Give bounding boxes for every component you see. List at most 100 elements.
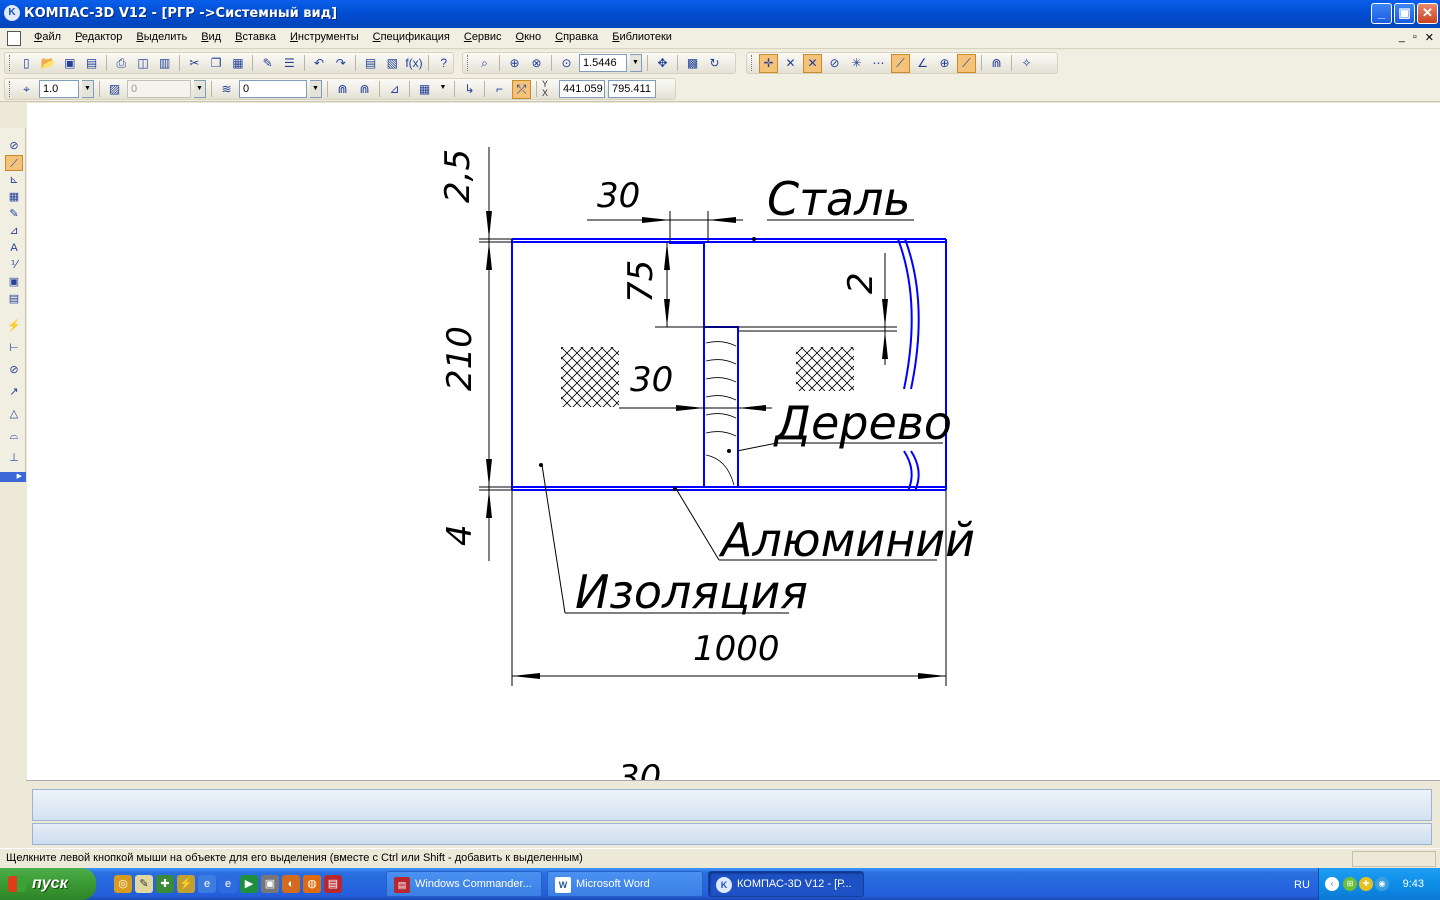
close-icon[interactable]: ✕ [1417, 3, 1438, 24]
cut-icon[interactable]: ✂ [185, 54, 204, 73]
task-kompas[interactable]: K КОМПАС-3D V12 - [Р... [708, 871, 864, 897]
paste-icon[interactable]: ▦ [229, 54, 248, 73]
ortho-mode-icon[interactable]: ⌐ [490, 80, 509, 99]
coord-y-field[interactable]: 795.411 [608, 80, 656, 98]
drawing-canvas[interactable]: 2,5 30 Сталь 75 2 210 30 Дерево 4 Алюмин… [27, 103, 1440, 780]
snap-angle-icon[interactable]: ∠ [913, 54, 932, 73]
doc-restore-icon[interactable]: ▫ [1413, 31, 1417, 44]
tray-network-icon[interactable]: ⊞ [1343, 877, 1357, 891]
menu-insert[interactable]: Вставка [235, 31, 276, 43]
redo-icon[interactable]: ↷ [331, 54, 350, 73]
snap-extra-icon[interactable]: ✧ [1017, 54, 1036, 73]
task-windows-commander[interactable]: ▤ Windows Commander... [386, 871, 542, 897]
zoom-all-icon[interactable]: ⊗ [527, 54, 546, 73]
undo-icon[interactable]: ↶ [310, 54, 329, 73]
menu-specification[interactable]: Спецификация [373, 31, 450, 43]
quick-launch-kmp-icon[interactable]: ▣ [261, 875, 279, 893]
properties-icon[interactable]: ☰ [280, 54, 299, 73]
leader-icon[interactable]: ⊥ [5, 450, 23, 466]
quick-launch-winamp-icon[interactable]: ⚡ [177, 875, 195, 893]
step-field[interactable]: 1.0 [39, 80, 79, 98]
copy-icon[interactable]: ❐ [207, 54, 226, 73]
document-manager-icon[interactable]: ▤ [82, 54, 101, 73]
quick-launch-notepad-icon[interactable]: ✎ [135, 875, 153, 893]
menu-window[interactable]: Окно [516, 31, 542, 43]
pan-icon[interactable]: ✥ [653, 54, 672, 73]
cursor-step-icon[interactable]: ⌖ [17, 80, 36, 99]
style-magnet-icon[interactable]: ⋒ [333, 80, 352, 99]
snap-middle-icon[interactable]: ⟋ [891, 53, 910, 73]
dimensions-icon[interactable]: ⊾ [5, 172, 23, 188]
refresh-icon[interactable]: ↻ [705, 54, 724, 73]
radial-dim-icon[interactable]: ↗ [5, 384, 23, 400]
kompas-logo-icon[interactable]: K [4, 5, 20, 21]
hatch-icon[interactable]: ▦ [5, 189, 23, 205]
parametrization-icon[interactable]: ⊿ [5, 223, 23, 239]
snap-center-icon[interactable]: ⊕ [935, 54, 954, 73]
quick-launch-browser-icon[interactable]: e [198, 875, 216, 893]
layer-icon[interactable]: ≋ [217, 80, 236, 99]
grid-icon[interactable]: ▦ [415, 80, 434, 99]
layer-field[interactable]: 0 [239, 80, 307, 98]
quick-launch-app-icon[interactable]: ◎ [114, 875, 132, 893]
snap-intersection-icon[interactable]: ✕ [803, 53, 822, 73]
parametric-mode-icon[interactable]: ⤱ [512, 79, 531, 99]
manager-icon[interactable]: ▤ [361, 54, 380, 73]
linear-dim-icon[interactable]: ⊢ [5, 340, 23, 356]
zoom-field[interactable]: 1.5446 [579, 54, 627, 72]
print-preview-icon[interactable]: ◫ [134, 54, 153, 73]
quick-launch-ie-icon[interactable]: e [219, 875, 237, 893]
snap-point-icon[interactable]: ✕ [781, 54, 800, 73]
snap-tangent-icon[interactable]: ⊘ [825, 54, 844, 73]
format-brush-icon[interactable]: ✎ [258, 54, 277, 73]
geometry-icon[interactable]: ⊘ [5, 138, 23, 154]
save-icon[interactable]: ▣ [60, 54, 79, 73]
menu-help[interactable]: Справка [555, 31, 598, 43]
menu-service[interactable]: Сервис [464, 31, 502, 43]
menu-select[interactable]: Выделить [136, 31, 187, 43]
menu-file[interactable]: Файл [34, 31, 61, 43]
snap-grid-icon[interactable]: ⋯ [869, 54, 888, 73]
quick-launch-player-icon[interactable]: ◐ [282, 875, 300, 893]
zoom-window-icon[interactable]: ⌕ [475, 54, 494, 73]
clock[interactable]: 9:43 [1403, 878, 1424, 890]
view-icon[interactable]: ▨ [105, 80, 124, 99]
menu-libraries[interactable]: Библиотеки [612, 31, 672, 43]
grid-dropdown-icon[interactable]: ▼ [437, 80, 449, 98]
start-button[interactable]: пуск [0, 868, 96, 900]
select-icon[interactable]: ▣ [5, 274, 23, 290]
help-pointer-icon[interactable]: ? [434, 54, 453, 73]
step-dropdown-icon[interactable]: ▼ [82, 80, 94, 98]
doc-close-icon[interactable]: ✕ [1425, 31, 1434, 44]
local-snap-icon[interactable]: ⋒ [355, 80, 374, 99]
menu-tools[interactable]: Инструменты [290, 31, 359, 43]
spec-icon[interactable]: ▤ [5, 291, 23, 307]
tray-expand-icon[interactable]: ‹ [1325, 877, 1339, 891]
tray-sync-icon[interactable]: ◉ [1375, 877, 1389, 891]
task-microsoft-word[interactable]: W Microsoft Word [547, 871, 703, 897]
zoom-scale-icon[interactable]: ⊙ [557, 54, 576, 73]
zoom-in-icon[interactable]: ⊕ [505, 54, 524, 73]
quick-launch-tool-icon[interactable]: ✚ [156, 875, 174, 893]
print-icon[interactable]: ⎙ [112, 54, 131, 73]
maximize-icon[interactable]: ▣ [1394, 3, 1415, 24]
magnet-icon[interactable]: ⋒ [987, 54, 1006, 73]
print-setup-icon[interactable]: ▥ [155, 54, 174, 73]
function-icon[interactable]: f(x) [405, 54, 424, 73]
quick-launch-media-icon[interactable]: ▶ [240, 875, 258, 893]
minimize-icon[interactable]: _ [1371, 3, 1392, 24]
open-folder-icon[interactable]: 📂 [39, 54, 58, 73]
document-icon[interactable] [7, 31, 21, 46]
geometry-active-icon[interactable]: ⟋ [5, 155, 23, 171]
line-tool-icon[interactable]: ⚡ [5, 318, 23, 334]
quick-launch-firefox-icon[interactable]: ◍ [303, 875, 321, 893]
new-file-icon[interactable]: ▯ [17, 54, 36, 73]
coord-x-field[interactable]: 441.059 [559, 80, 605, 98]
toolbar-expand-icon[interactable]: ▶ [0, 472, 26, 482]
redraw-icon[interactable]: ▩ [683, 54, 702, 73]
doc-minimize-icon[interactable]: _ [1399, 31, 1405, 44]
ortho-icon[interactable]: ⊿ [385, 80, 404, 99]
language-indicator[interactable]: RU [1294, 879, 1310, 891]
edit-icon[interactable]: ✎ [5, 206, 23, 222]
zoom-dropdown-icon[interactable]: ▼ [630, 54, 642, 72]
